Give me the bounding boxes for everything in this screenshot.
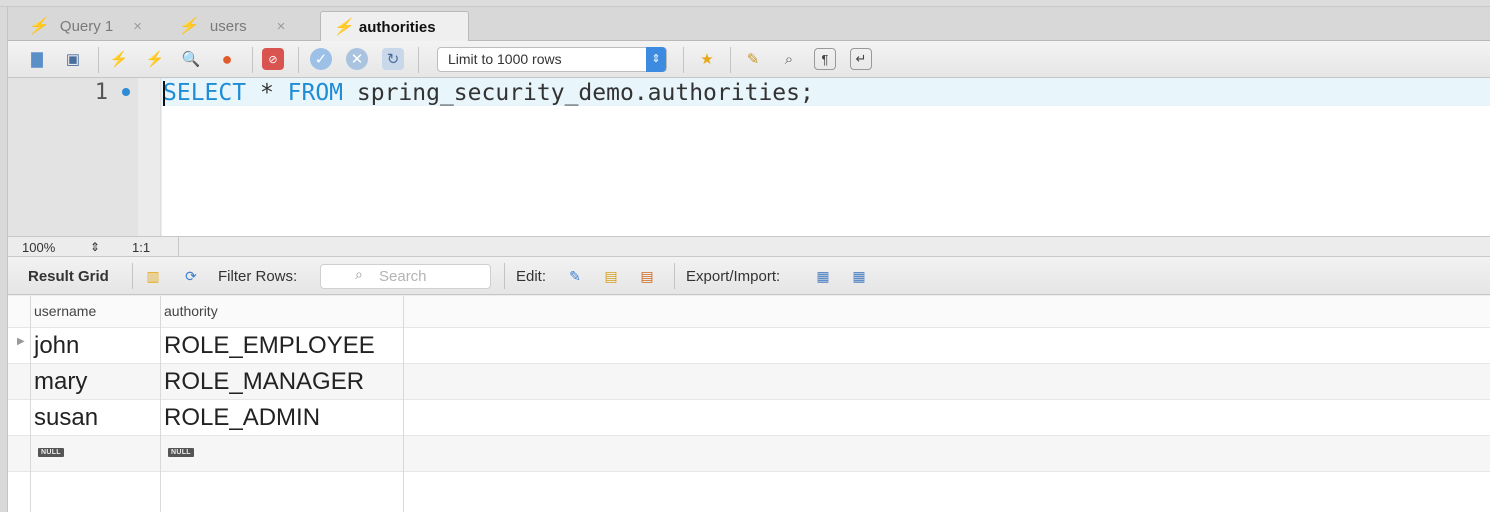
toolbar-divider xyxy=(418,47,419,73)
select-star: * xyxy=(246,80,288,106)
find-icon[interactable]: ⌕ xyxy=(778,48,800,70)
bookmark-icon[interactable]: ★ xyxy=(696,48,718,70)
cell-authority[interactable]: ROLE_EMPLOYEE xyxy=(164,332,375,360)
table-reference: spring_security_demo.authorities; xyxy=(343,80,814,106)
statement-marker-icon xyxy=(122,88,130,96)
import-icon[interactable]: ▦ xyxy=(848,265,870,287)
cell-username[interactable]: susan xyxy=(34,404,98,432)
window-top-strip xyxy=(0,0,1490,7)
status-divider xyxy=(178,237,179,256)
chevron-updown-icon: ⇕ xyxy=(646,47,666,72)
tab-label: users xyxy=(209,17,247,35)
column-divider xyxy=(403,296,404,512)
close-icon[interactable]: × xyxy=(277,18,286,35)
text-caret xyxy=(163,81,165,106)
export-icon[interactable]: ▦ xyxy=(812,265,834,287)
autocommit-icon[interactable]: ↻ xyxy=(382,48,404,70)
tab-query-1[interactable]: ⚡ Query 1 × xyxy=(28,11,142,41)
table-row-new[interactable]: NULL NULL xyxy=(8,436,1490,472)
wrap-icon[interactable]: ↵ xyxy=(850,48,872,70)
fold-column xyxy=(138,78,161,236)
zoom-stepper-icon[interactable]: ⇕ xyxy=(90,240,100,254)
filter-rows-search-input[interactable]: ⌕ Search xyxy=(320,264,491,289)
table-row[interactable]: ▶ john ROLE_EMPLOYEE xyxy=(8,328,1490,364)
table-row[interactable]: susan ROLE_ADMIN xyxy=(8,400,1490,436)
current-row-icon: ▶ xyxy=(17,336,25,347)
search-placeholder: Search xyxy=(379,268,427,285)
sql-statement[interactable]: SELECT * FROM spring_security_demo.autho… xyxy=(163,80,814,106)
cell-authority[interactable]: ROLE_ADMIN xyxy=(164,404,320,432)
column-divider xyxy=(160,296,161,512)
commit-icon[interactable]: ✓ xyxy=(310,48,332,70)
tab-users[interactable]: ⚡ users × xyxy=(178,11,285,41)
limit-rows-select[interactable]: Limit to 1000 rows ⇕ xyxy=(437,47,667,72)
cell-authority[interactable]: ROLE_MANAGER xyxy=(164,368,364,396)
add-row-icon[interactable]: ▤ xyxy=(600,265,622,287)
toolbar-divider xyxy=(504,263,505,289)
grid-header-row: username authority xyxy=(8,296,1490,328)
query-tab-bar: ⚡ Query 1 × ⚡ users × ⚡ authorities xyxy=(8,7,1490,42)
explain-icon[interactable]: 🔍 xyxy=(180,48,202,70)
tab-label: Query 1 xyxy=(59,17,114,35)
null-badge: NULL xyxy=(168,448,194,457)
toolbar-divider xyxy=(98,47,99,73)
grid-columns-icon[interactable]: ▥ xyxy=(142,265,164,287)
toolbar-divider xyxy=(730,47,731,73)
column-header-username[interactable]: username xyxy=(34,303,96,319)
line-number: 1 xyxy=(94,80,108,105)
null-badge: NULL xyxy=(38,448,64,457)
lightning-icon: ⚡ xyxy=(178,18,198,35)
edit-row-icon[interactable]: ✎ xyxy=(564,265,586,287)
result-grid: username authority ▶ john ROLE_EMPLOYEE … xyxy=(8,296,1490,512)
result-grid-label: Result Grid xyxy=(28,268,109,285)
toolbar-divider xyxy=(132,263,133,289)
stop-icon[interactable]: ● xyxy=(216,48,238,70)
close-icon[interactable]: × xyxy=(133,18,142,35)
column-header-authority[interactable]: authority xyxy=(164,303,218,319)
editor-status-bar: 100% ⇕ 1:1 xyxy=(8,236,1490,257)
result-grid-toolbar: Result Grid ▥ ⟳ Filter Rows: ⌕ Search Ed… xyxy=(8,257,1490,295)
tab-label: authorities xyxy=(358,18,436,36)
keyword-select: SELECT xyxy=(163,80,247,106)
cell-username[interactable]: john xyxy=(34,332,79,360)
sql-editor-toolbar: ▇ ▣ ⚡ ⚡ 🔍 ● ⊘ ✓ ✕ ↻ Limit to 1000 rows ⇕… xyxy=(8,41,1490,78)
open-folder-icon[interactable]: ▇ xyxy=(26,48,48,70)
cursor-position: 1:1 xyxy=(132,240,151,255)
tab-authorities[interactable]: ⚡ authorities xyxy=(320,11,469,42)
beautify-icon[interactable]: ✎ xyxy=(742,48,764,70)
table-row-empty xyxy=(8,472,1490,508)
filter-rows-label: Filter Rows: xyxy=(218,268,298,285)
toolbar-divider xyxy=(252,47,253,73)
toggle-errors-icon[interactable]: ⊘ xyxy=(262,48,284,70)
toolbar-divider xyxy=(683,47,684,73)
keyword-from: FROM xyxy=(287,80,344,106)
export-import-label: Export/Import: xyxy=(686,268,781,285)
execute-icon[interactable]: ⚡ xyxy=(108,48,130,70)
edit-label: Edit: xyxy=(516,268,547,285)
lightning-icon: ⚡ xyxy=(333,19,353,36)
delete-row-icon[interactable]: ▤ xyxy=(636,265,658,287)
execute-current-icon[interactable]: ⚡ xyxy=(144,48,166,70)
column-divider xyxy=(30,296,31,512)
toolbar-divider xyxy=(674,263,675,289)
toolbar-divider xyxy=(298,47,299,73)
rollback-icon[interactable]: ✕ xyxy=(346,48,368,70)
zoom-level[interactable]: 100% xyxy=(22,240,55,255)
save-icon[interactable]: ▣ xyxy=(62,48,84,70)
search-icon: ⌕ xyxy=(355,266,363,282)
lightning-icon: ⚡ xyxy=(28,18,48,35)
invisibles-icon[interactable]: ¶ xyxy=(814,48,836,70)
left-sidebar-edge xyxy=(0,7,8,512)
limit-rows-value: Limit to 1000 rows xyxy=(448,51,562,67)
refresh-icon[interactable]: ⟳ xyxy=(180,265,202,287)
table-row[interactable]: mary ROLE_MANAGER xyxy=(8,364,1490,400)
cell-username[interactable]: mary xyxy=(34,368,87,396)
